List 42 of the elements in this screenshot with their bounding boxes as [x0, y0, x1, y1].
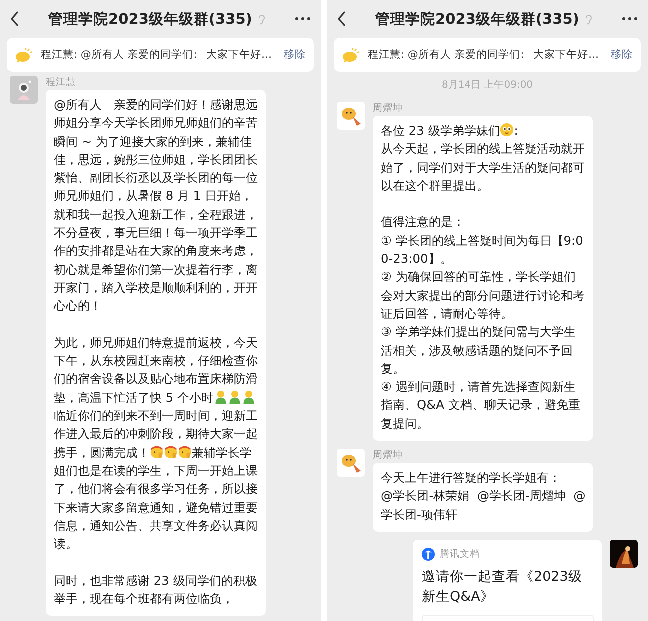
fish-avatar — [337, 102, 365, 130]
figure-emoji-icon — [228, 390, 242, 404]
message-text: @所有人 亲爱的同学们好！感谢思远师姐分享今天学长团师兄师姐们的辛苦瞬间 ~ 为了迎接大家的到来，兼辅佳佳，思远，婉彤三位师姐，学长团团长紫怡、副团长衍丞以及学长团的每一位师兄师姐们，从暑假 8 月 1 日开始，就和我一起投入迎新工作，全程跟进，不分昼夜，事无巨细！每一项开学季工作的安排都是站在大家的角度来考虑，初心就是希望你们第一次提着行李，离开家门，踏入学校是顺顺利利的，开开心心的！ — [54, 97, 260, 316]
pinned-text: 大家下午好… — [534, 48, 599, 62]
message-text: 今天上午进行答疑的学长学姐有： @学长团-林荣娟 @学长团-周熠坤 @学长团-项伟轩 — [381, 470, 587, 524]
more-icon[interactable] — [295, 17, 311, 21]
saluting-emoji-icon — [150, 444, 164, 459]
saluting-emoji-icon — [164, 444, 178, 459]
figure-avatar — [10, 76, 38, 104]
message-text: 为此，师兄师姐们特意提前返校，今天下午，从东校园赶来南校，仔细检查你们的宿舍设备以及贴心地布置床梯防滑垫，高温下忙活了快 5 个小时 临近你们的到来不到一周时间，迎新工作进入最后的冲刺阶段，期待大家一起携手，圆满完成！ 兼辅学长学姐们也是在读的学生，下周一开始上课了，他们将会有很多学习任务，所以接下来请大家多留意通知，避免错过重要信息，通知公告、共享文件务必认真阅读。 — [54, 334, 259, 554]
saluting-emoji-icon — [178, 444, 192, 459]
pinned-notice[interactable]: 程江慧: @所有人 亲爱的同学们: 大家下午好… 移除 — [7, 38, 314, 72]
fish-avatar — [337, 449, 365, 478]
back-icon[interactable] — [10, 11, 20, 27]
pinned-text: 大家下午好… — [206, 48, 272, 62]
remove-link[interactable]: 移除 — [280, 48, 306, 62]
message-text: 各位 23 级学弟学妹们 : 从今天起，学长团的线上答疑活动就开始了，同学们对于大学生活的疑问都可以在这个群里提出。 — [381, 122, 586, 195]
back-icon[interactable] — [337, 11, 347, 27]
pinned-text: 程江慧: @所有人 亲爱的同学们: — [368, 48, 524, 62]
chat-title: 管理学院2023级年级群(335) — [48, 10, 252, 28]
speech-bubble-icon — [342, 48, 360, 62]
figure-emoji-icon — [214, 390, 228, 404]
sender-name: 程江慧 — [46, 76, 77, 89]
chat-title: 管理学院2023级年级群(335) — [376, 10, 580, 28]
document-card[interactable]: 腾讯文档 邀请你一起查看《2023级新生Q&A》 — [413, 540, 602, 621]
pinned-notice[interactable]: 程江慧: @所有人 亲爱的同学们: 大家下午好… 移除 — [334, 38, 641, 72]
ear-icon — [258, 14, 266, 24]
docs-logo-icon — [422, 548, 435, 561]
ear-icon — [585, 14, 594, 24]
sender-name: 周熠坤 — [373, 102, 404, 115]
sender-name: 周熠坤 — [373, 449, 404, 462]
pinned-text: 程江慧: @所有人 亲爱的同学们: — [41, 48, 198, 62]
speech-bubble-icon — [15, 48, 33, 62]
message-text: 值得注意的是： ① 学长团的线上答疑时间为每日【9:00-23:00】。 ② 为确保回答的可靠性，学长学姐们会对大家提出的部分问题进行讨论和考证后回答，请耐心等待。 ③ 学弟学妹们提出的疑问需与大学生活相关，涉及敏感话题的疑问不予回复。 ④ 遇到问题时，请首先选择查阅新生指南、Q&A 文档、聊天记录，避免重复提问。 — [381, 214, 586, 433]
message-text: 同时，也非常感谢 23 级同学们的积极举手，现在每个班都有两位临负， — [54, 572, 258, 608]
document-source: 腾讯文档 — [440, 548, 480, 561]
document-title: 邀请你一起查看《2023级新生Q&A》 — [422, 568, 584, 607]
smiley-emoji-icon — [500, 123, 514, 137]
figure-emoji-icon — [242, 390, 256, 404]
remove-link[interactable]: 移除 — [607, 48, 633, 62]
more-icon[interactable] — [622, 17, 638, 21]
timestamp: 8月14日 上午09:00 — [442, 78, 534, 93]
